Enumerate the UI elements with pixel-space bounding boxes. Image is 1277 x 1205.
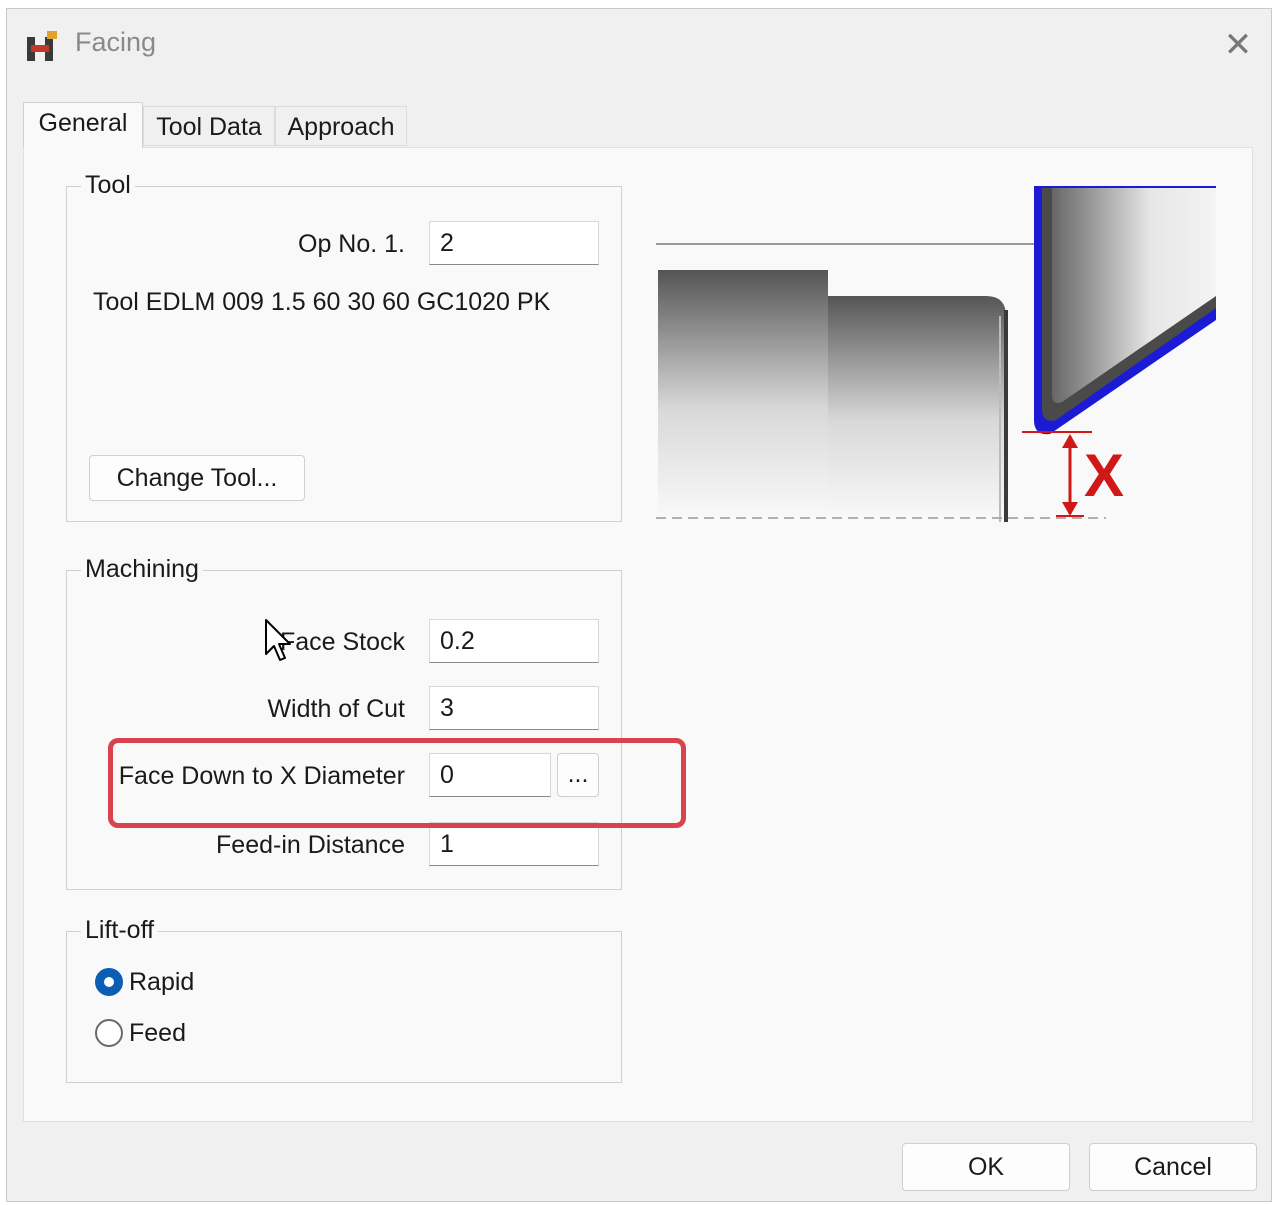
feed-in-input[interactable]: 1 — [429, 822, 599, 866]
highlight-annotation — [108, 738, 686, 828]
rapid-radio[interactable] — [95, 968, 123, 996]
facing-dialog: Facing ✕ General Tool Data Approach Tool… — [6, 8, 1272, 1202]
tab-tool-data[interactable]: Tool Data — [143, 106, 275, 146]
machining-group: Machining Face Stock 0.2 Width of Cut 3 … — [66, 551, 622, 890]
width-of-cut-input[interactable]: 3 — [429, 686, 599, 730]
op-no-input[interactable]: 2 — [429, 221, 599, 265]
feed-in-label: Feed-in Distance — [216, 831, 405, 859]
general-tab-panel: Tool Op No. 1. 2 Tool EDLM 009 1.5 60 30… — [23, 147, 1253, 1122]
rapid-label: Rapid — [129, 968, 195, 996]
feed-radio[interactable] — [95, 1019, 123, 1047]
facing-diagram — [656, 186, 1216, 522]
face-stock-input[interactable]: 0.2 — [429, 619, 599, 663]
feed-label: Feed — [129, 1019, 186, 1047]
title-bar[interactable]: Facing ✕ — [7, 9, 1271, 89]
ok-button[interactable]: OK — [902, 1143, 1070, 1191]
mouse-cursor-icon — [265, 619, 291, 661]
machining-group-title: Machining — [81, 551, 203, 587]
liftoff-group: Lift-off Rapid Feed — [66, 912, 622, 1083]
x-dimension-label: X — [1084, 442, 1125, 509]
change-tool-button[interactable]: Change Tool... — [89, 455, 305, 501]
liftoff-group-title: Lift-off — [81, 912, 159, 948]
op-no-label: Op No. 1. — [298, 230, 405, 258]
tool-group: Tool Op No. 1. 2 Tool EDLM 009 1.5 60 30… — [66, 167, 622, 522]
tab-general[interactable]: General — [23, 102, 143, 148]
window-title: Facing — [75, 27, 157, 57]
cancel-button[interactable]: Cancel — [1089, 1143, 1257, 1191]
width-of-cut-label: Width of Cut — [267, 695, 405, 723]
close-button[interactable]: ✕ — [1217, 25, 1259, 67]
tab-approach[interactable]: Approach — [275, 106, 407, 146]
tool-group-title: Tool — [81, 167, 135, 203]
tool-description: Tool EDLM 009 1.5 60 30 60 GC1020 PK — [93, 288, 551, 316]
app-icon — [27, 31, 57, 61]
